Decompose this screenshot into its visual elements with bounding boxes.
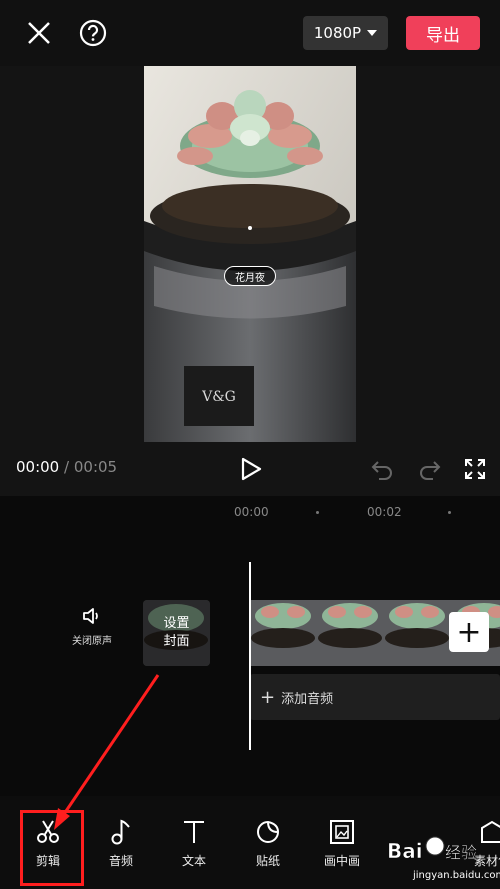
add-audio-label: 添加音频 (281, 691, 334, 707)
succulent-photo: V&G (144, 66, 356, 442)
total-time: 00:05 (73, 458, 118, 476)
clip-frame (317, 600, 384, 666)
set-cover-button[interactable]: 设置 封面 (143, 600, 210, 666)
annotation-highlight-box (20, 810, 84, 886)
help-icon (79, 19, 107, 47)
tool-label: 文本 (181, 854, 206, 868)
ruler-label: 00:00 (234, 505, 269, 519)
cover-label: 封面 (163, 634, 190, 649)
tool-audio[interactable]: 音频 (93, 818, 149, 874)
undo-button[interactable] (370, 458, 394, 480)
time-display: 00:00 / 00:05 (16, 458, 117, 476)
picture-in-picture-icon (330, 820, 354, 844)
time-separator: / (64, 458, 70, 476)
text-icon (184, 821, 204, 843)
sticker-icon (257, 820, 280, 843)
ruler-tick (316, 511, 319, 514)
svg-text:jingyan.baidu.com: jingyan.baidu.com (412, 870, 500, 881)
redo-icon (420, 461, 441, 480)
tool-label: 画中画 (323, 854, 360, 868)
close-icon (28, 22, 50, 44)
plus-icon: + (260, 686, 276, 708)
cover-label: 设置 (163, 616, 190, 631)
baidu-logo: Bai 经验 jingyan.baidu.com (387, 836, 500, 881)
music-note-icon (111, 819, 130, 845)
mute-original-audio-button[interactable]: 关闭原声 (62, 606, 122, 656)
add-clip-button[interactable]: + (449, 612, 489, 652)
video-preview[interactable]: V&G (144, 66, 356, 442)
close-button[interactable] (24, 18, 54, 48)
baidu-watermark: Bai 经验 jingyan.baidu.com (385, 820, 500, 886)
resolution-dropdown[interactable]: 1080P (303, 16, 388, 50)
tool-picture-in-picture[interactable]: 画中画 (314, 818, 370, 874)
tool-text[interactable]: 文本 (166, 818, 222, 874)
svg-text:经验: 经验 (445, 843, 477, 862)
fullscreen-button[interactable] (464, 458, 486, 480)
redo-button[interactable] (418, 458, 442, 480)
caret-down-icon (367, 30, 378, 36)
help-button[interactable] (78, 18, 108, 48)
clip-frame (384, 600, 451, 666)
ruler-label: 00:02 (367, 505, 402, 519)
clip-frame (250, 600, 317, 666)
tool-sticker[interactable]: 贴纸 (240, 818, 296, 874)
play-icon (241, 457, 262, 481)
resolution-value: 1080P (313, 24, 362, 42)
tool-label: 音频 (108, 854, 133, 868)
speaker-icon (83, 608, 98, 624)
current-time: 00:00 (16, 458, 60, 476)
tool-label: 贴纸 (255, 854, 280, 868)
svg-text:V&G: V&G (201, 389, 236, 405)
add-audio-track[interactable]: + 添加音频 (250, 674, 500, 720)
export-button[interactable]: 导出 (406, 16, 480, 50)
svg-text:Bai: Bai (387, 839, 423, 863)
undo-icon (371, 461, 392, 480)
mute-label: 关闭原声 (72, 636, 112, 647)
play-button[interactable] (238, 456, 264, 482)
playhead[interactable] (249, 562, 251, 750)
ruler-tick (448, 511, 451, 514)
caption-chip[interactable]: 花月夜 (224, 266, 276, 286)
fullscreen-icon (465, 459, 485, 479)
